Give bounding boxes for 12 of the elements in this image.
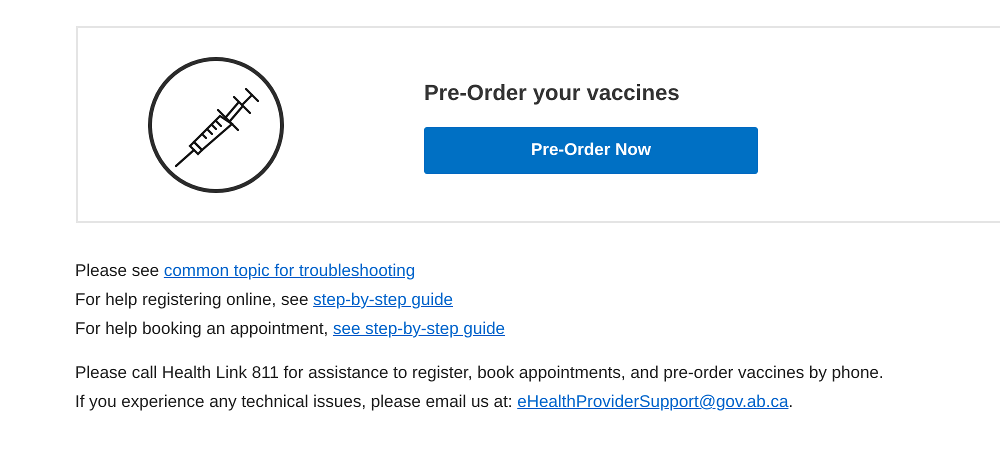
card-title: Pre-Order your vaccines xyxy=(424,78,680,107)
help-text: For help booking an appointment, see step-by-step guide xyxy=(75,318,506,340)
link[interactable]: see step-by-step guide xyxy=(333,319,506,338)
help-text: For help registering online, see step-by-step guide xyxy=(75,289,454,311)
pre-order-button[interactable]: Pre-Order Now xyxy=(424,126,758,174)
syringe-icon xyxy=(146,54,286,194)
help-text: Please see common topic for troubleshooting xyxy=(75,260,416,282)
link[interactable]: step-by-step guide xyxy=(313,290,454,309)
link[interactable]: common topic for troubleshooting xyxy=(164,261,416,280)
help-text: Please call Health Link 811 for assistance to register, book appointments, and pre-order vaccines by phone. xyxy=(75,362,884,384)
link[interactable]: eHealthProviderSupport@gov.ab.ca xyxy=(517,392,788,411)
help-text: If you experience any technical issues, please email us at: eHealthProviderSupport@gov.ab.ca. xyxy=(75,391,794,413)
